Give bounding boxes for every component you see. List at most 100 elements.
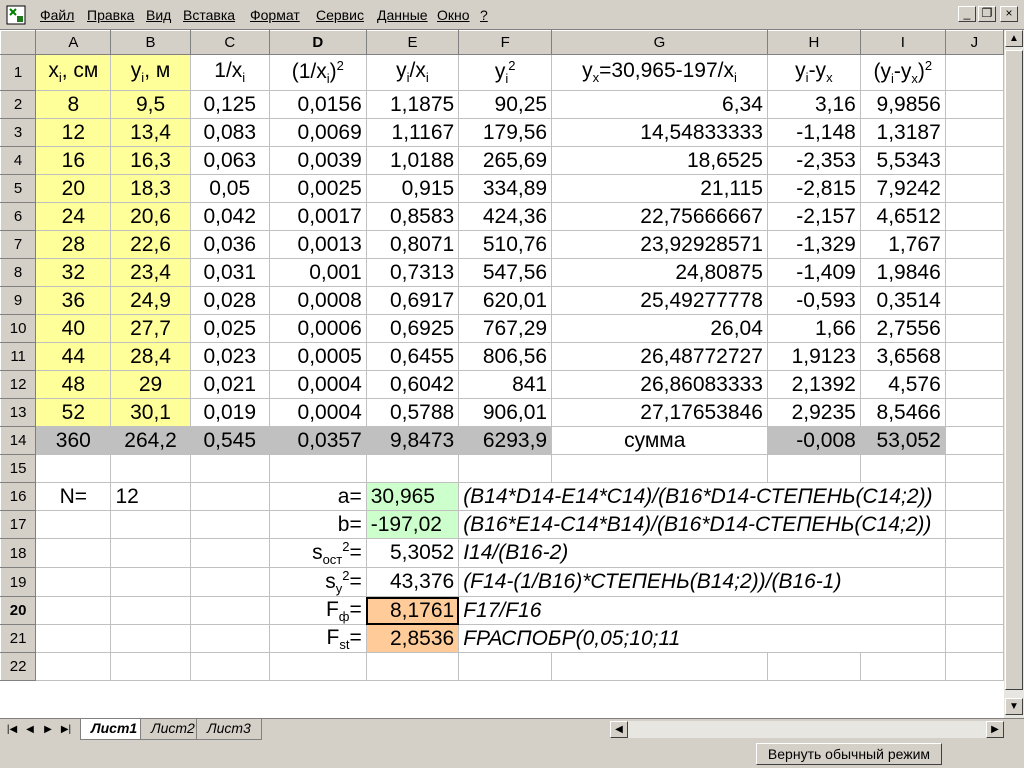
cell-c[interactable]: 0,023	[189, 342, 270, 371]
cell[interactable]	[551, 652, 768, 682]
cell-a[interactable]: 12	[35, 118, 112, 147]
cell-f1[interactable]: yi2	[458, 54, 553, 91]
row-header[interactable]: 21	[0, 624, 37, 654]
cell-b[interactable]: 30,1	[110, 398, 191, 427]
menu-insert[interactable]: Вставка	[183, 7, 235, 23]
cell[interactable]	[189, 624, 270, 654]
menu-view[interactable]: Вид	[146, 7, 171, 23]
b-formula[interactable]: (B16*E14-C14*B14)/(B16*D14-СТЕПЕНЬ(C14;2…	[458, 510, 946, 539]
f-ph-formula[interactable]: F17/F16	[458, 596, 946, 626]
cell-b[interactable]: 23,4	[110, 258, 191, 287]
sum-cell-d[interactable]: 0,0357	[268, 426, 367, 455]
menu-help[interactable]: ?	[480, 7, 488, 23]
f-ph-label[interactable]: Fф=	[268, 596, 367, 626]
horizontal-scrollbar[interactable]: ◀ ▶	[610, 721, 1004, 738]
cell-g[interactable]: 27,17653846	[551, 398, 768, 427]
cell[interactable]	[110, 567, 191, 598]
cell-a[interactable]: 20	[35, 174, 112, 203]
cell-e[interactable]: 0,915	[365, 174, 460, 203]
cell[interactable]	[110, 624, 191, 654]
prev-sheet-icon[interactable]: ◀	[22, 721, 38, 738]
cell-d[interactable]: 0,0017	[268, 202, 367, 231]
cell[interactable]	[944, 624, 1004, 654]
cell-i[interactable]: 8,5466	[859, 398, 946, 427]
row-header[interactable]: 8	[0, 258, 37, 287]
cell-j1[interactable]	[944, 54, 1004, 91]
cell-e1[interactable]: yi/xi	[365, 54, 460, 91]
cell[interactable]	[110, 537, 191, 569]
cell-f[interactable]: 841	[458, 370, 553, 399]
row-header[interactable]: 18	[0, 537, 37, 569]
row-header[interactable]: 17	[0, 510, 37, 539]
cell-g[interactable]: 18,6525	[551, 146, 768, 175]
row-header[interactable]: 2	[0, 90, 37, 119]
cell-d[interactable]: 0,0008	[268, 286, 367, 315]
cell-d[interactable]: 0,0156	[268, 90, 367, 119]
cell-h[interactable]: -1,148	[766, 118, 861, 147]
cell-d[interactable]: 0,0013	[268, 230, 367, 259]
cell-g[interactable]: 21,115	[551, 174, 768, 203]
cell-e[interactable]: 1,1875	[365, 90, 460, 119]
scroll-thumb[interactable]	[1005, 50, 1023, 690]
cell[interactable]	[35, 567, 112, 598]
excel-app-icon[interactable]	[6, 5, 26, 25]
cell[interactable]	[189, 567, 270, 598]
cell-f[interactable]: 334,89	[458, 174, 553, 203]
f-st-formula[interactable]: FРАСПОБР(0,05;10;11	[458, 624, 946, 654]
n-value[interactable]: 12	[110, 482, 191, 511]
restore-normal-mode-button[interactable]: Вернуть обычный режим	[756, 743, 942, 765]
cell-h[interactable]: -1,329	[766, 230, 861, 259]
a-value[interactable]: 30,965	[365, 482, 460, 511]
cell-c[interactable]: 0,083	[189, 118, 270, 147]
f-st-label[interactable]: Fst=	[268, 624, 367, 654]
sum-cell-c[interactable]: 0,545	[189, 426, 270, 455]
cell[interactable]	[110, 596, 191, 626]
cell-b[interactable]: 22,6	[110, 230, 191, 259]
cell[interactable]	[458, 652, 553, 682]
cell-i[interactable]: 1,3187	[859, 118, 946, 147]
cell-c[interactable]: 0,042	[189, 202, 270, 231]
cell-f[interactable]: 767,29	[458, 314, 553, 343]
menu-format[interactable]: Формат	[250, 7, 300, 23]
scroll-right-icon[interactable]: ▶	[986, 721, 1004, 738]
cell[interactable]	[766, 454, 861, 483]
menu-window[interactable]: Окно	[437, 7, 470, 23]
cell-i[interactable]: 2,7556	[859, 314, 946, 343]
cell-i[interactable]: 4,6512	[859, 202, 946, 231]
sum-cell-h[interactable]: -0,008	[766, 426, 861, 455]
sum-cell-b[interactable]: 264,2	[110, 426, 191, 455]
cell[interactable]	[110, 510, 191, 539]
cell-c[interactable]: 0,025	[189, 314, 270, 343]
cell-h1[interactable]: yi-yx	[766, 54, 861, 91]
cell-a[interactable]: 36	[35, 286, 112, 315]
cell-i1[interactable]: (yi-yx)2	[859, 54, 946, 91]
s-ost-label[interactable]: sост2=	[268, 537, 367, 569]
cell[interactable]	[944, 652, 1004, 682]
row-header[interactable]: 12	[0, 370, 37, 399]
n-label[interactable]: N=	[35, 482, 112, 511]
cell-d[interactable]: 0,001	[268, 258, 367, 287]
cell-d[interactable]: 0,0069	[268, 118, 367, 147]
cell-h[interactable]: -2,353	[766, 146, 861, 175]
a-label[interactable]: a=	[268, 482, 367, 511]
cell-j[interactable]	[944, 258, 1004, 287]
sum-cell-i[interactable]: 53,052	[859, 426, 946, 455]
cell[interactable]	[365, 652, 460, 682]
tab-list1[interactable]: Лист1	[80, 719, 149, 740]
column-header-b[interactable]: B	[110, 30, 191, 55]
cell[interactable]	[189, 510, 270, 539]
s-y-formula[interactable]: (F14-(1/B16)*СТЕПЕНЬ(B14;2))/(B16-1)	[458, 567, 946, 598]
vertical-scrollbar[interactable]: ▲ ▼	[1004, 30, 1024, 718]
cell[interactable]	[944, 567, 1004, 598]
cell[interactable]	[859, 652, 946, 682]
cell[interactable]	[189, 537, 270, 569]
cell-a1[interactable]: xi, см	[35, 54, 112, 91]
cell[interactable]	[189, 652, 270, 682]
a-formula[interactable]: (B14*D14-E14*C14)/(B16*D14-СТЕПЕНЬ(C14;2…	[458, 482, 946, 511]
cell-e[interactable]: 0,5788	[365, 398, 460, 427]
row-header[interactable]: 7	[0, 230, 37, 259]
cell-a[interactable]: 16	[35, 146, 112, 175]
close-button[interactable]: ×	[1000, 6, 1018, 22]
cell-b[interactable]: 20,6	[110, 202, 191, 231]
select-all-corner[interactable]	[0, 30, 37, 55]
